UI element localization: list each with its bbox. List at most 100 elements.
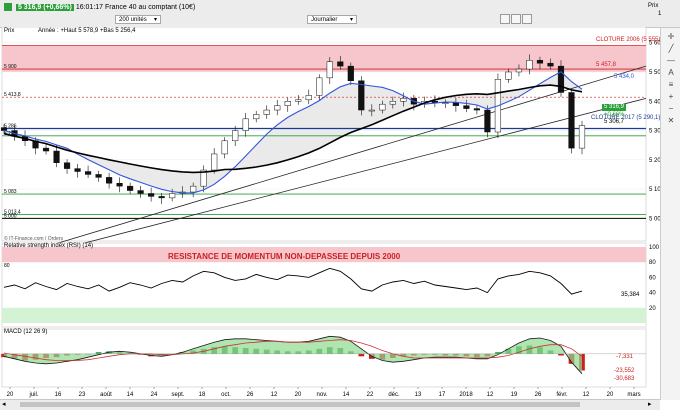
current-price-badge: 5 316,9 <box>602 104 627 111</box>
price-tick-label: 5 100 <box>649 187 660 193</box>
rsi-tick-label: 20 <box>649 306 656 312</box>
candle-body <box>221 140 228 155</box>
candle-body <box>473 108 480 111</box>
candle-body <box>106 177 113 184</box>
x-tick-label: oct. <box>221 392 231 398</box>
candle-body <box>368 109 375 112</box>
candle-body <box>53 150 60 163</box>
candle-body <box>379 103 386 111</box>
rsi-last-value: 35,384 <box>621 292 640 298</box>
level-badge-306: 5 306,7 <box>604 119 625 125</box>
x-tick-label: 26 <box>535 392 542 398</box>
cloture-2017-label: CLOTURE 2017 (5 290,1) <box>591 115 661 121</box>
zoom-out-icon[interactable]: − <box>666 104 676 113</box>
price-tick-label: 5 200 <box>649 158 660 164</box>
period-select[interactable]: Journalier ▾ <box>307 15 357 24</box>
x-tick-label: 12 <box>487 392 494 398</box>
trendline-icon[interactable]: ╱ <box>666 44 676 53</box>
indicator-button[interactable] <box>522 14 532 24</box>
macd-value-1: -7,331 <box>616 354 634 360</box>
level-label: 5 083 <box>4 189 17 195</box>
price-title-text: Prix <box>4 28 15 34</box>
crosshair-icon[interactable]: ✛ <box>666 32 676 41</box>
scroll-thumb[interactable] <box>20 402 580 407</box>
x-axis: 20 juil. 16 23 août 14 24 sept. 18 oct. 26 12 20 nov.… <box>7 387 641 398</box>
chart-type-icon[interactable] <box>4 3 12 12</box>
candle-body <box>190 185 197 193</box>
candle-body <box>400 98 407 102</box>
candle-body <box>347 65 354 82</box>
price-tick-label: 5 300 <box>649 129 660 135</box>
candle-body <box>305 95 312 101</box>
quote-line: 5 316,9 (+0,66%) 16:01:17 France 40 au c… <box>4 3 195 13</box>
text-tool-icon[interactable]: A <box>666 68 676 77</box>
price-pane-title: Prix <box>4 28 14 35</box>
period-select-value: Journalier <box>311 17 338 23</box>
rsi-pane-title: Relative strength index (RSI) (14) <box>4 243 94 249</box>
x-tick-label: déc. <box>388 392 400 398</box>
price-tick-label: 5 400 <box>649 99 660 105</box>
zoom-in-icon[interactable]: + <box>666 92 676 101</box>
rsi-tick-label: 60 <box>649 275 656 281</box>
x-tick-label: 26 <box>247 392 254 398</box>
scroll-left-icon[interactable]: ◂ <box>2 400 10 409</box>
candle-body <box>42 147 50 152</box>
candle-body <box>63 162 71 169</box>
chevron-down-icon: ▾ <box>153 17 157 23</box>
pane-ohlc: Année : +Haut 5 578,9 +Bas 5 256,4 <box>38 28 136 34</box>
units-select[interactable]: 200 unités ▾ <box>115 15 161 24</box>
candle-body <box>463 105 470 109</box>
candle-body <box>442 102 449 104</box>
x-tick-label: 20 <box>607 392 614 398</box>
rsi-level-label: 80 <box>4 263 10 269</box>
scroll-right-icon[interactable]: ▸ <box>648 400 656 409</box>
candle-body <box>263 109 270 115</box>
bars-button[interactable] <box>511 14 521 24</box>
cursor-value: 1 <box>658 11 662 17</box>
price-tick-label: 5 000 <box>649 216 660 222</box>
candlestick-button[interactable] <box>500 14 510 24</box>
candle-body <box>505 71 512 80</box>
macd-hist-bar <box>95 352 102 354</box>
candle-body <box>557 65 565 93</box>
macd-hist-bar <box>358 353 365 357</box>
horizontal-line-icon[interactable]: — <box>666 56 676 65</box>
candle-body <box>158 196 165 199</box>
x-tick-label: 18 <box>199 392 206 398</box>
candle-body <box>578 125 586 149</box>
candle-body <box>253 114 260 120</box>
chart-canvas[interactable]: 5 9005 413,85 2865 2555 0835 013,45 000 … <box>0 27 660 399</box>
candle-body <box>0 127 8 131</box>
candle-body <box>95 174 102 178</box>
candle-body <box>316 77 323 96</box>
cloture-2006-label: CLOTURE 2006 (5 555) <box>596 37 661 43</box>
candle-body <box>74 168 81 172</box>
candle-body <box>484 109 491 133</box>
x-tick-label: 23 <box>79 392 86 398</box>
candle-body <box>274 105 281 111</box>
candle-body <box>452 102 459 106</box>
candle-body <box>169 193 176 199</box>
candle-body <box>232 130 239 142</box>
fibonacci-icon[interactable]: ≡ <box>666 80 676 89</box>
candle-body <box>116 182 123 187</box>
x-tick-label: 12 <box>271 392 278 398</box>
macd-value-2: -23,552 <box>614 368 635 374</box>
x-tick-label: févr. <box>556 392 568 398</box>
x-tick-label: 17 <box>439 392 446 398</box>
x-tick-label: 13 <box>415 392 422 398</box>
rsi-oversold-zone <box>2 307 646 323</box>
level-badge-457: 5 457,8 <box>596 62 617 68</box>
rsi-tick-label: 80 <box>649 260 656 266</box>
bottom-scroll-bar[interactable]: ◂ ▸ <box>0 399 660 410</box>
eraser-icon[interactable]: ✕ <box>666 116 676 125</box>
cursor-label: Prix <box>648 3 659 9</box>
candle-body <box>295 99 302 102</box>
x-tick-label: sept. <box>171 392 184 398</box>
units-select-value: 200 unités <box>119 17 147 23</box>
resistance-zone <box>2 45 646 72</box>
candle-body <box>389 101 396 105</box>
x-tick-label: 20 <box>7 392 14 398</box>
x-tick-label: 14 <box>343 392 350 398</box>
macd-hist-bar <box>558 353 564 356</box>
